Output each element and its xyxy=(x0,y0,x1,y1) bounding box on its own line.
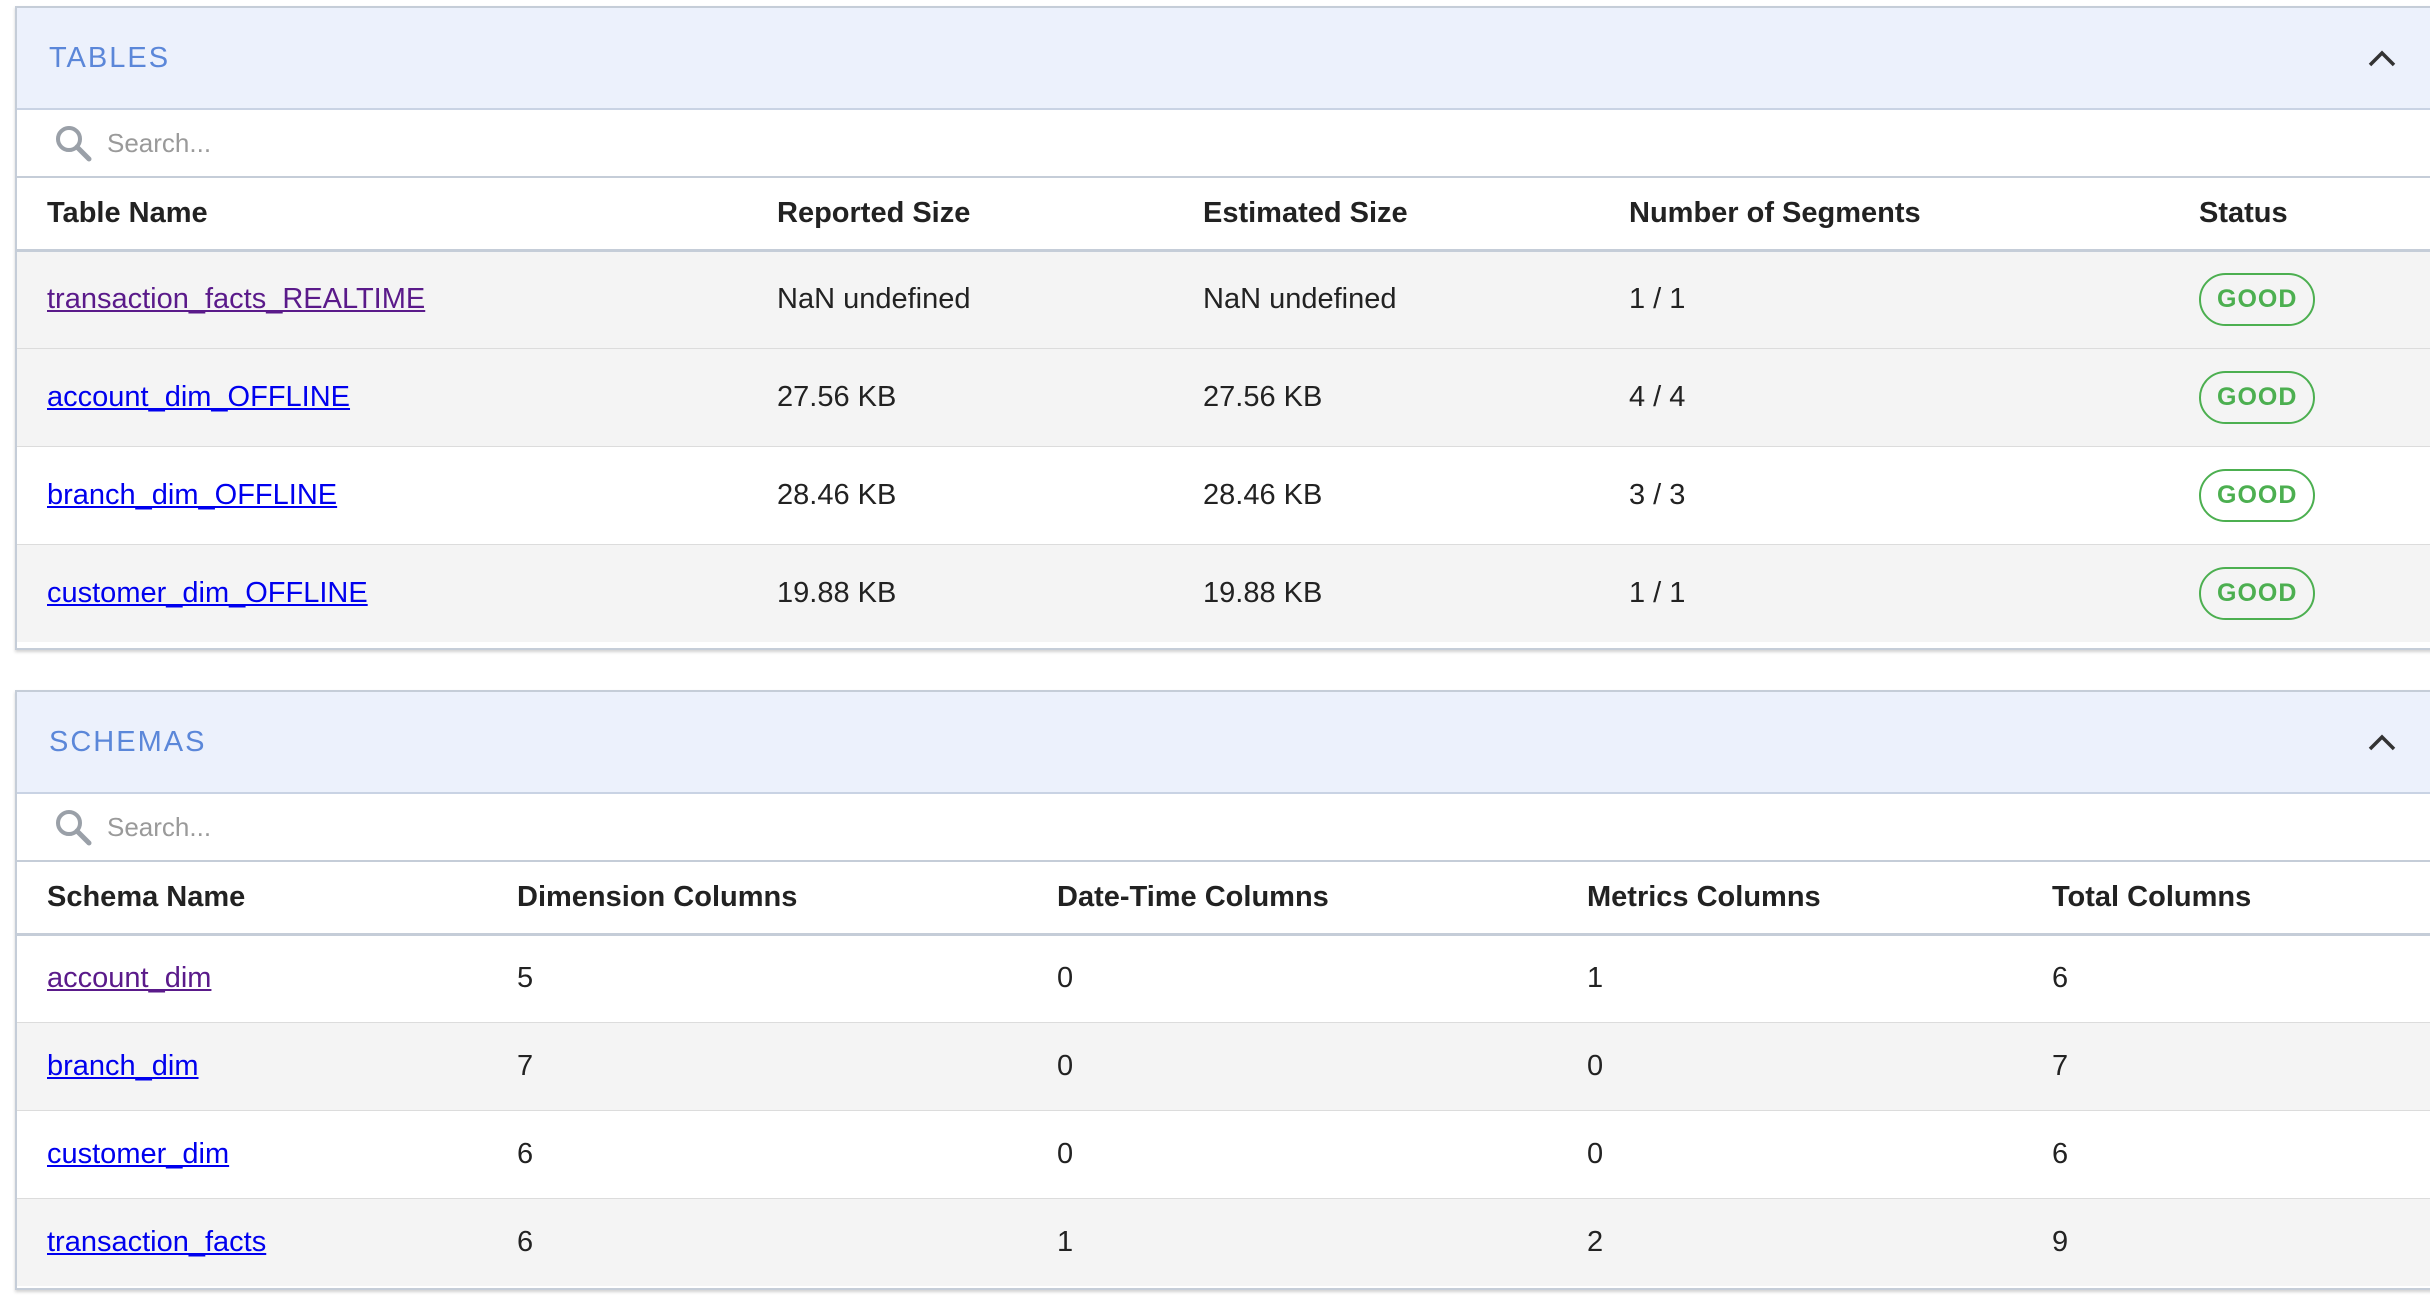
table-row: customer_dim_OFFLINE 19.88 KB 19.88 KB 1… xyxy=(17,544,2430,642)
column-header-reported-size[interactable]: Reported Size xyxy=(747,178,1173,252)
tables-panel-title: TABLES xyxy=(49,41,171,74)
total-columns-cell: 9 xyxy=(2022,1198,2430,1286)
reported-size-cell: 28.46 KB xyxy=(747,446,1173,545)
search-icon xyxy=(53,121,97,165)
metrics-columns-cell: 0 xyxy=(1557,1110,2022,1199)
chevron-up-icon[interactable] xyxy=(2362,38,2402,78)
column-header-table-name[interactable]: Table Name xyxy=(17,178,747,252)
estimated-size-cell: 27.56 KB xyxy=(1173,348,1599,447)
datetime-columns-cell: 1 xyxy=(1027,1198,1557,1286)
schemas-panel-title: SCHEMAS xyxy=(49,725,207,758)
column-header-estimated-size[interactable]: Estimated Size xyxy=(1173,178,1599,252)
column-header-dimension-columns[interactable]: Dimension Columns xyxy=(487,862,1027,936)
table-header-row: Schema Name Dimension Columns Date-Time … xyxy=(17,862,2430,936)
datetime-columns-cell: 0 xyxy=(1027,934,1557,1023)
table-row: transaction_facts_REALTIME NaN undefined… xyxy=(17,250,2430,349)
column-header-date-time-columns[interactable]: Date-Time Columns xyxy=(1027,862,1557,936)
dimension-columns-cell: 5 xyxy=(487,934,1027,1023)
column-header-metrics-columns[interactable]: Metrics Columns xyxy=(1557,862,2022,936)
metrics-columns-cell: 2 xyxy=(1557,1198,2022,1286)
tables-panel-header[interactable]: TABLES xyxy=(17,8,2430,110)
tables-search-input[interactable] xyxy=(105,126,1309,160)
status-badge: GOOD xyxy=(2199,566,2316,620)
column-header-schema-name[interactable]: Schema Name xyxy=(17,862,487,936)
table-row: branch_dim 7 0 0 7 xyxy=(17,1022,2430,1111)
table-name-link[interactable]: transaction_facts_REALTIME xyxy=(47,283,425,315)
metrics-columns-cell: 1 xyxy=(1557,934,2022,1023)
total-columns-cell: 6 xyxy=(2022,934,2430,1023)
schema-name-link[interactable]: customer_dim xyxy=(47,1138,229,1170)
estimated-size-cell: 28.46 KB xyxy=(1173,446,1599,545)
schemas-table: Schema Name Dimension Columns Date-Time … xyxy=(17,862,2430,1286)
schemas-search-row xyxy=(17,794,2430,862)
tables-search-row xyxy=(17,110,2430,178)
table-header-row: Table Name Reported Size Estimated Size … xyxy=(17,178,2430,252)
table-name-link[interactable]: customer_dim_OFFLINE xyxy=(47,577,368,609)
search-icon xyxy=(53,805,97,849)
reported-size-cell: 19.88 KB xyxy=(747,544,1173,642)
status-badge: GOOD xyxy=(2199,468,2316,522)
dimension-columns-cell: 6 xyxy=(487,1198,1027,1286)
table-row: account_dim 5 0 1 6 xyxy=(17,934,2430,1023)
schema-name-link[interactable]: account_dim xyxy=(47,962,211,994)
total-columns-cell: 7 xyxy=(2022,1022,2430,1111)
table-row: transaction_facts 6 1 2 9 xyxy=(17,1198,2430,1286)
status-badge: GOOD xyxy=(2199,370,2316,424)
table-row: customer_dim 6 0 0 6 xyxy=(17,1110,2430,1199)
status-badge: GOOD xyxy=(2199,273,2316,326)
datetime-columns-cell: 0 xyxy=(1027,1110,1557,1199)
dimension-columns-cell: 6 xyxy=(487,1110,1027,1199)
estimated-size-cell: NaN undefined xyxy=(1173,250,1599,349)
segments-cell: 1 / 1 xyxy=(1599,544,2169,642)
column-header-total-columns[interactable]: Total Columns xyxy=(2022,862,2430,936)
tables-panel: TABLES Table Name Reported Size Estimate… xyxy=(15,6,2430,650)
reported-size-cell: NaN undefined xyxy=(747,250,1173,349)
tables-table: Table Name Reported Size Estimated Size … xyxy=(17,178,2430,642)
schemas-panel: SCHEMAS Schema Name Dimension Columns Da… xyxy=(15,690,2430,1290)
chevron-up-icon[interactable] xyxy=(2362,722,2402,762)
schemas-search-input[interactable] xyxy=(105,810,1309,844)
column-header-status[interactable]: Status xyxy=(2169,178,2430,252)
column-header-number-of-segments[interactable]: Number of Segments xyxy=(1599,178,2169,252)
segments-cell: 3 / 3 xyxy=(1599,446,2169,545)
table-name-link[interactable]: branch_dim_OFFLINE xyxy=(47,479,337,511)
total-columns-cell: 6 xyxy=(2022,1110,2430,1199)
reported-size-cell: 27.56 KB xyxy=(747,348,1173,447)
estimated-size-cell: 19.88 KB xyxy=(1173,544,1599,642)
segments-cell: 1 / 1 xyxy=(1599,250,2169,349)
dimension-columns-cell: 7 xyxy=(487,1022,1027,1111)
datetime-columns-cell: 0 xyxy=(1027,1022,1557,1111)
segments-cell: 4 / 4 xyxy=(1599,348,2169,447)
schema-name-link[interactable]: branch_dim xyxy=(47,1050,199,1082)
table-name-link[interactable]: account_dim_OFFLINE xyxy=(47,381,350,413)
table-row: account_dim_OFFLINE 27.56 KB 27.56 KB 4 … xyxy=(17,348,2430,447)
schema-name-link[interactable]: transaction_facts xyxy=(47,1226,266,1258)
schemas-panel-header[interactable]: SCHEMAS xyxy=(17,692,2430,794)
metrics-columns-cell: 0 xyxy=(1557,1022,2022,1111)
table-row: branch_dim_OFFLINE 28.46 KB 28.46 KB 3 /… xyxy=(17,446,2430,545)
